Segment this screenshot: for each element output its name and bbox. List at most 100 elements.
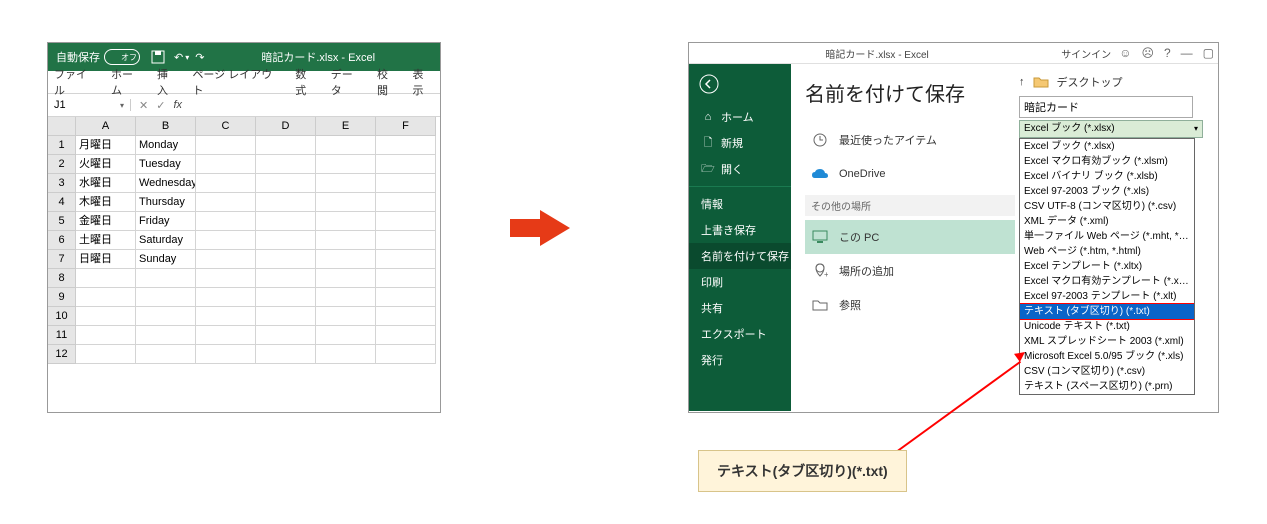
filetype-option[interactable]: XML スプレッドシート 2003 (*.xml) <box>1020 334 1194 349</box>
up-arrow-icon[interactable]: ↑ <box>1019 76 1025 88</box>
cell[interactable] <box>136 307 196 326</box>
cell[interactable] <box>316 212 376 231</box>
row-header[interactable]: 1 <box>48 136 76 155</box>
cell[interactable] <box>196 193 256 212</box>
ribbon-tab[interactable]: データ <box>331 66 363 98</box>
filetype-option[interactable]: Excel バイナリ ブック (*.xlsb) <box>1020 169 1194 184</box>
cell[interactable] <box>316 345 376 364</box>
cell[interactable] <box>256 326 316 345</box>
filename-input[interactable] <box>1019 96 1193 118</box>
column-header[interactable]: D <box>256 117 316 136</box>
cell[interactable] <box>376 231 436 250</box>
row-header[interactable]: 10 <box>48 307 76 326</box>
cell[interactable] <box>376 307 436 326</box>
filetype-option[interactable]: Microsoft Excel 5.0/95 ブック (*.xls) <box>1020 349 1194 364</box>
cell[interactable]: Monday <box>136 136 196 155</box>
filetype-dropdown[interactable]: Excel ブック (*.xlsx)▾ <box>1019 120 1203 138</box>
cell[interactable] <box>76 307 136 326</box>
redo-icon[interactable]: ↷ <box>195 51 204 64</box>
row-header[interactable]: 6 <box>48 231 76 250</box>
ribbon-tab[interactable]: ホーム <box>111 66 143 98</box>
cell[interactable] <box>196 307 256 326</box>
sidebar-item-save[interactable]: 上書き保存 <box>689 217 791 243</box>
cell[interactable] <box>196 326 256 345</box>
cell[interactable] <box>136 288 196 307</box>
save-icon[interactable] <box>150 49 166 65</box>
cell[interactable] <box>196 288 256 307</box>
cell[interactable] <box>256 288 316 307</box>
cell[interactable] <box>196 269 256 288</box>
ribbon-tab[interactable]: ページ レイアウト <box>192 66 281 98</box>
ribbon-tab[interactable]: 表示 <box>412 66 434 98</box>
cancel-icon[interactable]: ✕ <box>139 99 148 112</box>
filetype-option[interactable]: Excel ブック (*.xlsx) <box>1020 139 1194 154</box>
cell[interactable]: Sunday <box>136 250 196 269</box>
filetype-option[interactable]: Unicode テキスト (*.txt) <box>1020 319 1194 334</box>
location-thispc[interactable]: この PC <box>805 220 1015 254</box>
cell[interactable] <box>316 136 376 155</box>
filetype-option[interactable]: Excel マクロ有効テンプレート (*.xltm) <box>1020 274 1194 289</box>
cell[interactable]: Friday <box>136 212 196 231</box>
cell[interactable]: Wednesday <box>136 174 196 193</box>
cell[interactable] <box>376 288 436 307</box>
cell[interactable] <box>376 155 436 174</box>
cell[interactable]: 金曜日 <box>76 212 136 231</box>
ribbon-tab[interactable]: ファイル <box>54 66 97 98</box>
location-browse[interactable]: 参照 <box>805 288 1015 322</box>
minimize-icon[interactable]: — <box>1181 46 1193 60</box>
cell[interactable]: Tuesday <box>136 155 196 174</box>
cell[interactable] <box>256 212 316 231</box>
cell[interactable] <box>376 193 436 212</box>
row-header[interactable]: 2 <box>48 155 76 174</box>
cell[interactable] <box>376 345 436 364</box>
cell[interactable] <box>376 326 436 345</box>
undo-icon[interactable]: ↶ <box>174 51 183 64</box>
current-folder-label[interactable]: デスクトップ <box>1057 74 1123 90</box>
cell[interactable]: Saturday <box>136 231 196 250</box>
filetype-option[interactable]: テキスト (スペース区切り) (*.prn) <box>1020 379 1194 394</box>
cell[interactable]: 土曜日 <box>76 231 136 250</box>
cell[interactable] <box>196 212 256 231</box>
cell[interactable] <box>256 307 316 326</box>
cell[interactable] <box>256 155 316 174</box>
cell[interactable] <box>376 269 436 288</box>
cell[interactable] <box>76 326 136 345</box>
filetype-option[interactable]: Excel 97-2003 ブック (*.xls) <box>1020 184 1194 199</box>
ribbon-tab[interactable]: 数式 <box>295 66 317 98</box>
row-header[interactable]: 9 <box>48 288 76 307</box>
location-addplace[interactable]: + 場所の追加 <box>805 254 1015 288</box>
sidebar-item-open[interactable]: 🗁開く <box>689 156 791 182</box>
cell[interactable] <box>316 231 376 250</box>
row-header[interactable]: 11 <box>48 326 76 345</box>
cell[interactable] <box>256 231 316 250</box>
ribbon-tab[interactable]: 校閲 <box>377 66 399 98</box>
row-header[interactable]: 3 <box>48 174 76 193</box>
cell[interactable] <box>316 307 376 326</box>
cell[interactable] <box>76 288 136 307</box>
cell[interactable]: Thursday <box>136 193 196 212</box>
cell[interactable] <box>196 231 256 250</box>
sidebar-item-share[interactable]: 共有 <box>689 295 791 321</box>
column-header[interactable]: B <box>136 117 196 136</box>
cell[interactable]: 火曜日 <box>76 155 136 174</box>
filetype-option[interactable]: CSV (コンマ区切り) (*.csv) <box>1020 364 1194 379</box>
cell[interactable] <box>136 269 196 288</box>
filetype-option[interactable]: テキスト (タブ区切り) (*.txt) <box>1019 303 1195 320</box>
cell[interactable] <box>376 136 436 155</box>
back-button[interactable] <box>689 64 791 104</box>
sidebar-item-saveas[interactable]: 名前を付けて保存 <box>689 243 791 269</box>
row-header[interactable]: 5 <box>48 212 76 231</box>
ribbon-tab[interactable]: 挿入 <box>157 66 179 98</box>
cell[interactable] <box>256 269 316 288</box>
cell[interactable] <box>376 212 436 231</box>
cell[interactable] <box>316 269 376 288</box>
row-header[interactable]: 8 <box>48 269 76 288</box>
sidebar-item-info[interactable]: 情報 <box>689 191 791 217</box>
cell[interactable] <box>316 250 376 269</box>
cell[interactable]: 木曜日 <box>76 193 136 212</box>
sidebar-item-publish[interactable]: 発行 <box>689 347 791 373</box>
face-sad-icon[interactable]: ☹ <box>1141 46 1154 60</box>
cell[interactable] <box>76 269 136 288</box>
cell[interactable] <box>196 155 256 174</box>
location-recent[interactable]: 最近使ったアイテム <box>805 123 1015 157</box>
